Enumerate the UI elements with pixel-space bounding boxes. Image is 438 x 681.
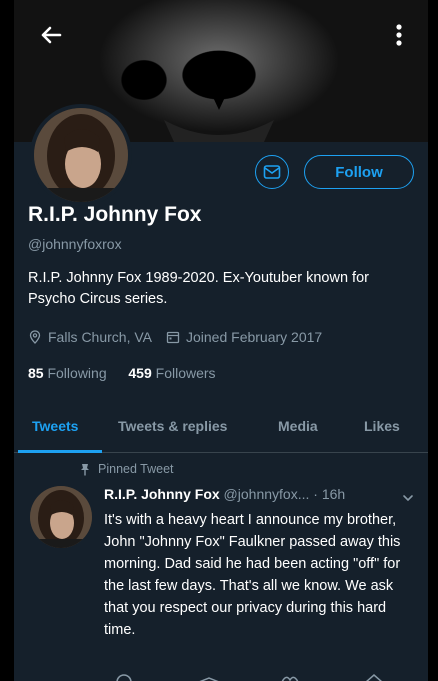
profile-handle: @johnnyfoxrox: [28, 236, 122, 252]
tweet-text: It's with a heavy heart I announce my br…: [104, 512, 401, 638]
profile-bio: R.I.P. Johnny Fox 1989-2020. Ex-Youtuber…: [28, 270, 369, 307]
following-label: Following: [47, 365, 107, 381]
tweet-author-avatar[interactable]: [30, 486, 92, 548]
back-button[interactable]: [36, 20, 66, 50]
tweet-author-name[interactable]: R.I.P. Johnny Fox: [104, 486, 220, 502]
tweet-header: R.I.P. Johnny Fox @johnnyfox... · 16h: [104, 486, 345, 502]
location-pin-icon: [29, 330, 41, 344]
display-name: R.I.P. Johnny Fox: [28, 203, 202, 226]
tab-likes[interactable]: Likes: [364, 418, 400, 434]
tweet-author-handle[interactable]: @johnnyfox...: [224, 486, 310, 502]
tweet-time: 16h: [321, 486, 346, 502]
followers-count: 459: [128, 365, 152, 381]
joined-date: Joined February 2017: [186, 329, 323, 345]
tab-tweets[interactable]: Tweets: [32, 418, 78, 434]
pin-icon: [81, 463, 89, 475]
message-button[interactable]: [255, 155, 289, 189]
tab-media[interactable]: Media: [278, 418, 318, 434]
share-icon[interactable]: [366, 674, 382, 681]
pinned-text: Pinned Tweet: [98, 462, 174, 476]
profile-meta: Falls Church, VA Joined February 2017: [28, 329, 322, 345]
followers-link[interactable]: 459 Followers: [128, 365, 215, 381]
tweet-separator: ·: [313, 486, 318, 502]
active-tab-indicator: [18, 450, 102, 453]
tweet-menu-button[interactable]: [402, 490, 414, 508]
tab-tweets-and-replies[interactable]: Tweets & replies: [118, 418, 227, 434]
following-count: 85: [28, 365, 44, 381]
following-link[interactable]: 85 Following: [28, 365, 107, 381]
follow-counts: 85 Following 459 Followers: [28, 365, 216, 381]
calendar-icon: [166, 331, 180, 344]
pinned-tweet-label: Pinned Tweet: [80, 462, 174, 476]
followers-label: Followers: [155, 365, 216, 381]
profile-avatar[interactable]: [30, 104, 132, 206]
profile-screen: Follow R.I.P. Johnny Fox @johnnyfoxrox R…: [14, 0, 428, 681]
more-vertical-icon: [396, 24, 402, 46]
follow-button[interactable]: Follow: [304, 155, 414, 189]
like-icon[interactable]: [281, 676, 299, 681]
more-options-button[interactable]: [392, 20, 406, 50]
avatar-photo: [34, 108, 128, 202]
profile-tabs: Tweets Tweets & replies Media Likes: [14, 408, 428, 453]
avatar-photo: [30, 486, 92, 548]
back-arrow-icon: [41, 26, 62, 44]
chevron-down-icon: [403, 495, 413, 502]
location-text: Falls Church, VA: [48, 329, 152, 345]
tweet-actions: [104, 670, 414, 681]
reply-icon[interactable]: [116, 674, 132, 681]
mail-icon: [263, 165, 281, 179]
